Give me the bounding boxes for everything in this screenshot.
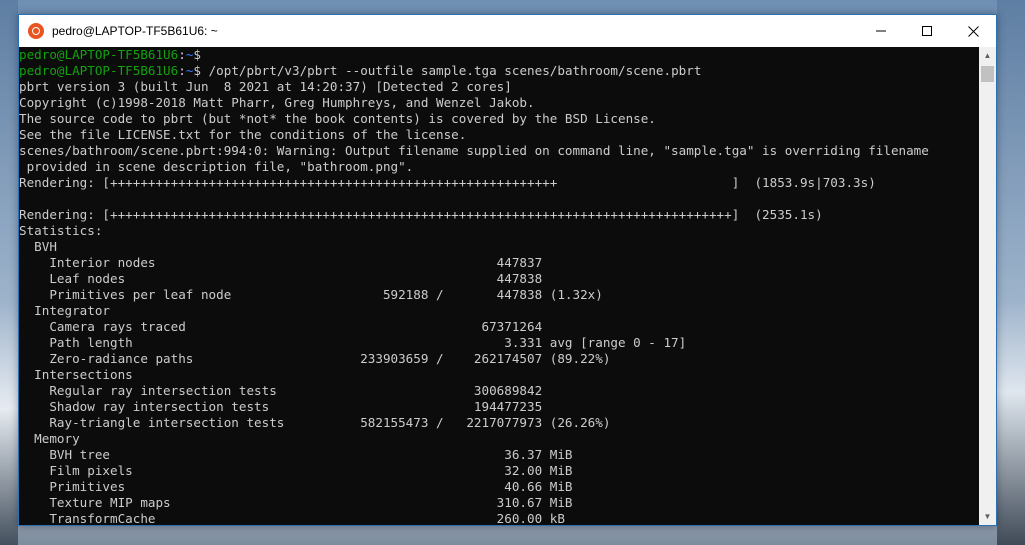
- terminal-line: Texture MIP maps 310.67 MiB: [19, 495, 980, 511]
- ubuntu-icon[interactable]: [28, 23, 44, 39]
- line-text: Integrator: [19, 303, 110, 318]
- line-text: $: [193, 47, 202, 62]
- terminal-line: Regular ray intersection tests 300689842: [19, 383, 980, 399]
- line-text: BVH: [19, 239, 57, 254]
- terminal-line: Rendering: [++++++++++++++++++++++++++++…: [19, 207, 980, 223]
- terminal-line: Statistics:: [19, 223, 980, 239]
- window-controls: [858, 15, 996, 47]
- line-text: Rendering: [++++++++++++++++++++++++++++…: [19, 175, 876, 190]
- line-text: Leaf nodes 447838: [19, 271, 543, 286]
- line-text: scenes/bathroom/scene.pbrt:994:0: Warnin…: [19, 143, 929, 158]
- desktop-background-left: [0, 0, 18, 545]
- line-text: Primitives 40.66 MiB: [19, 479, 573, 494]
- line-text: Memory: [19, 431, 80, 446]
- prompt-user: pedro@LAPTOP-TF5B61U6: [19, 47, 179, 62]
- window-title: pedro@LAPTOP-TF5B61U6: ~: [52, 24, 218, 38]
- line-text: $ /opt/pbrt/v3/pbrt --outfile sample.tga…: [193, 63, 702, 78]
- terminal-line: Intersections: [19, 367, 980, 383]
- minimize-button[interactable]: [858, 15, 904, 47]
- terminal-line: BVH tree 36.37 MiB: [19, 447, 980, 463]
- line-text: TransformCache 260.00 kB: [19, 511, 565, 525]
- maximize-button[interactable]: [904, 15, 950, 47]
- line-text: Texture MIP maps 310.67 MiB: [19, 495, 573, 510]
- title-bar[interactable]: pedro@LAPTOP-TF5B61U6: ~: [19, 15, 996, 47]
- terminal-line: pbrt version 3 (built Jun 8 2021 at 14:2…: [19, 79, 980, 95]
- terminal-line: TransformCache 260.00 kB: [19, 511, 980, 525]
- line-text: Intersections: [19, 367, 133, 382]
- terminal-line: Shadow ray intersection tests 194477235: [19, 399, 980, 415]
- terminal-line: See the file LICENSE.txt for the conditi…: [19, 127, 980, 143]
- terminal-line: Copyright (c)1998-2018 Matt Pharr, Greg …: [19, 95, 980, 111]
- vertical-scrollbar[interactable]: ▲ ▼: [979, 47, 996, 525]
- terminal-window[interactable]: pedro@LAPTOP-TF5B61U6: ~ pedro@LAPTOP-TF…: [18, 14, 997, 526]
- scroll-up-button[interactable]: ▲: [979, 47, 996, 64]
- line-text: Path length 3.331 avg [range 0 - 17]: [19, 335, 687, 350]
- close-button[interactable]: [950, 15, 996, 47]
- terminal-line: provided in scene description file, "bat…: [19, 159, 980, 175]
- terminal-line: Primitives per leaf node 592188 / 447838…: [19, 287, 980, 303]
- line-text: Ray-triangle intersection tests 58215547…: [19, 415, 611, 430]
- line-text: Shadow ray intersection tests 194477235: [19, 399, 543, 414]
- chevron-down-icon: ▼: [983, 512, 992, 521]
- line-text: Interior nodes 447837: [19, 255, 543, 270]
- terminal-line: The source code to pbrt (but *not* the b…: [19, 111, 980, 127]
- terminal-line: Ray-triangle intersection tests 58215547…: [19, 415, 980, 431]
- prompt-separator: :: [178, 47, 186, 62]
- line-text: Primitives per leaf node 592188 / 447838…: [19, 287, 603, 302]
- terminal-line: Interior nodes 447837: [19, 255, 980, 271]
- terminal-line: Rendering: [++++++++++++++++++++++++++++…: [19, 175, 980, 191]
- line-text: The source code to pbrt (but *not* the b…: [19, 111, 656, 126]
- terminal-line: Memory: [19, 431, 980, 447]
- line-text: pbrt version 3 (built Jun 8 2021 at 14:2…: [19, 79, 512, 94]
- line-text: Film pixels 32.00 MiB: [19, 463, 573, 478]
- maximize-icon: [922, 26, 932, 36]
- line-text: Zero-radiance paths 233903659 / 26217450…: [19, 351, 611, 366]
- terminal-line: Film pixels 32.00 MiB: [19, 463, 980, 479]
- terminal-line: Integrator: [19, 303, 980, 319]
- terminal-line: Leaf nodes 447838: [19, 271, 980, 287]
- line-text: See the file LICENSE.txt for the conditi…: [19, 127, 467, 142]
- prompt-separator: :: [178, 63, 186, 78]
- line-text: Camera rays traced 67371264: [19, 319, 543, 334]
- line-text: BVH tree 36.37 MiB: [19, 447, 573, 462]
- terminal-line: Primitives 40.66 MiB: [19, 479, 980, 495]
- scrollbar-thumb[interactable]: [981, 66, 994, 82]
- terminal-line: Path length 3.331 avg [range 0 - 17]: [19, 335, 980, 351]
- close-icon: [967, 25, 979, 37]
- terminal-line: Zero-radiance paths 233903659 / 26217450…: [19, 351, 980, 367]
- desktop-background-right: [997, 0, 1025, 545]
- scroll-down-button[interactable]: ▼: [979, 508, 996, 525]
- chevron-up-icon: ▲: [983, 51, 992, 60]
- line-text: Copyright (c)1998-2018 Matt Pharr, Greg …: [19, 95, 535, 110]
- line-text: Regular ray intersection tests 300689842: [19, 383, 543, 398]
- minimize-icon: [876, 30, 886, 32]
- line-text: provided in scene description file, "bat…: [19, 159, 414, 174]
- line-text: Rendering: [++++++++++++++++++++++++++++…: [19, 207, 823, 222]
- terminal-line: pedro@LAPTOP-TF5B61U6:~$: [19, 47, 980, 63]
- terminal-line: scenes/bathroom/scene.pbrt:994:0: Warnin…: [19, 143, 980, 159]
- prompt-user: pedro@LAPTOP-TF5B61U6: [19, 63, 179, 78]
- terminal-line: Camera rays traced 67371264: [19, 319, 980, 335]
- terminal-output[interactable]: pedro@LAPTOP-TF5B61U6:~$ pedro@LAPTOP-TF5…: [19, 47, 980, 525]
- line-text: Statistics:: [19, 223, 103, 238]
- terminal-line: pedro@LAPTOP-TF5B61U6:~$ /opt/pbrt/v3/pb…: [19, 63, 980, 79]
- terminal-line: BVH: [19, 239, 980, 255]
